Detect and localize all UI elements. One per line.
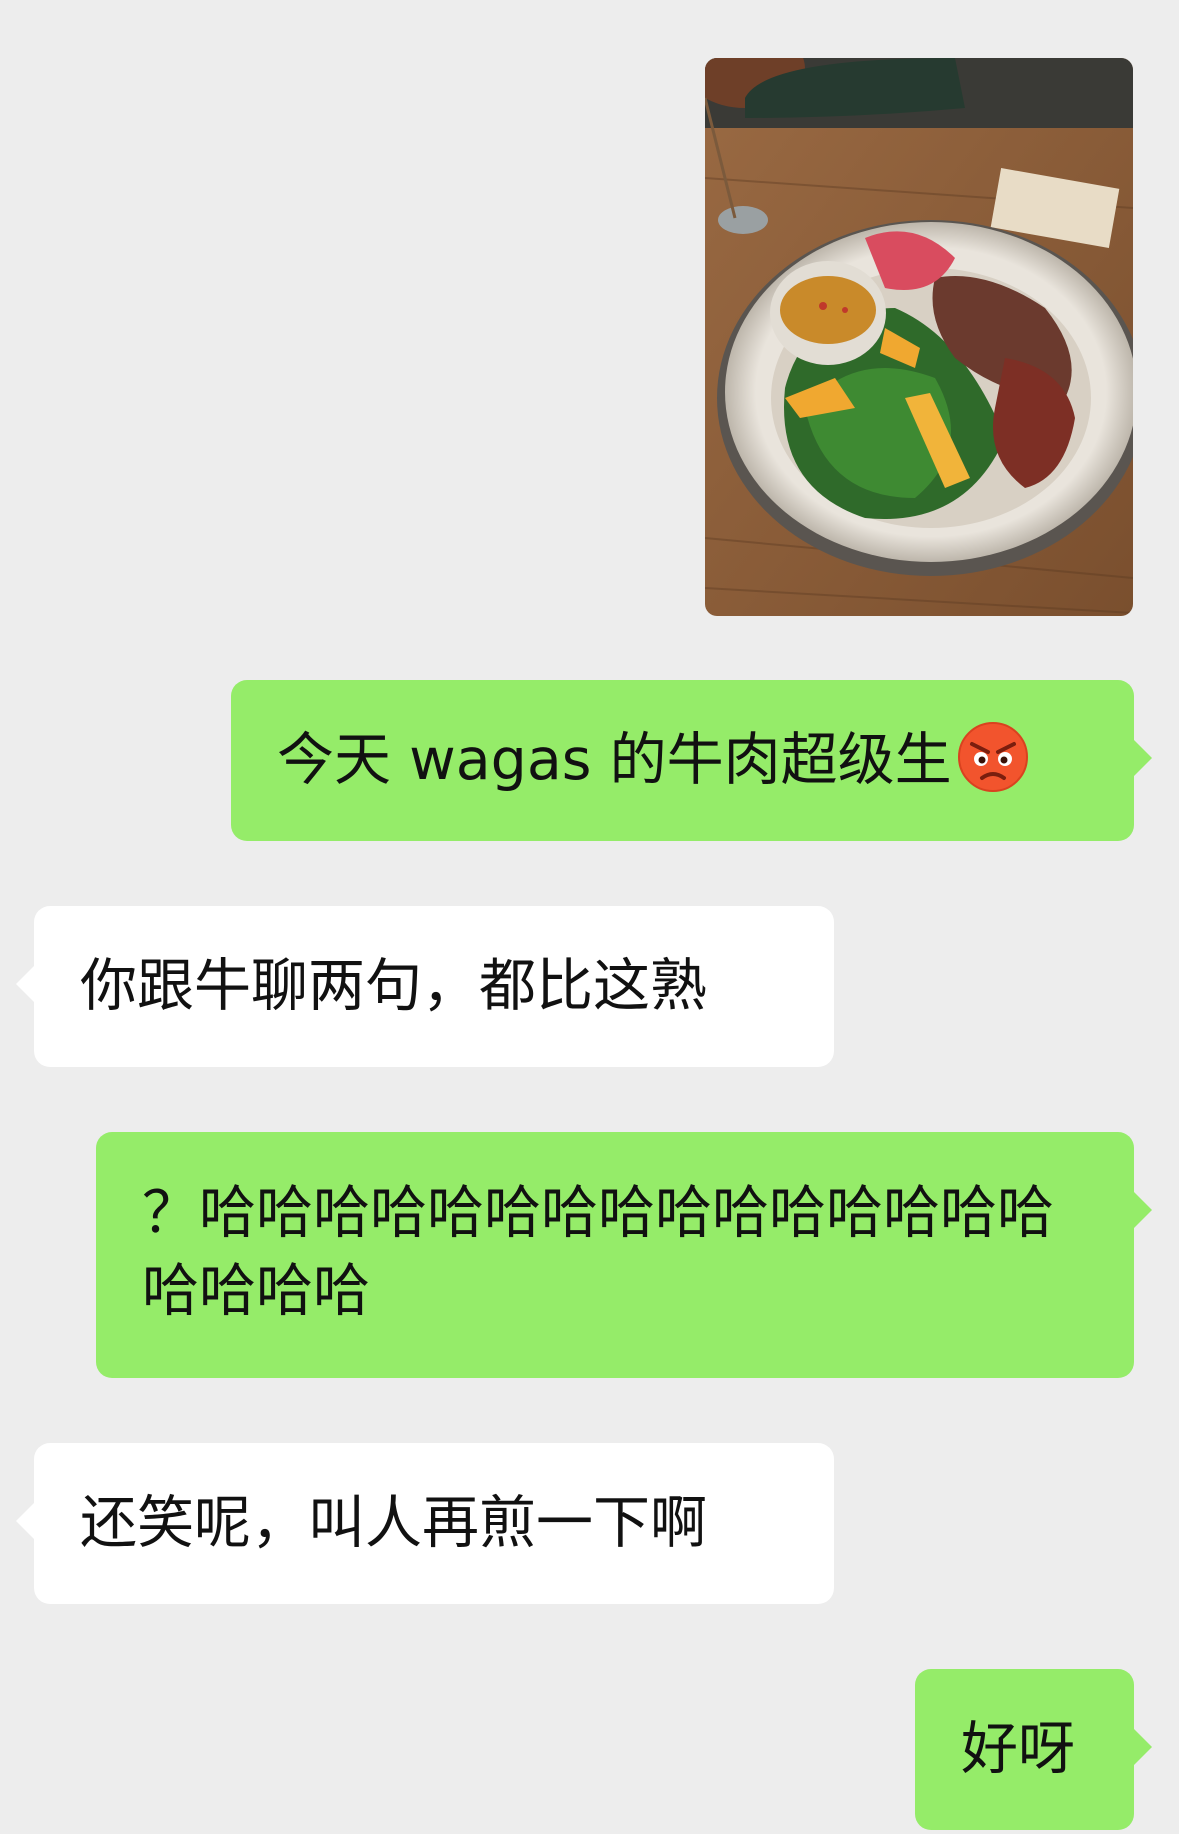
- message-bubble-received[interactable]: 你跟牛聊两句，都比这熟: [16, 906, 834, 1067]
- message-text: 好呀: [961, 1716, 1075, 1782]
- message-bubble-sent[interactable]: 好呀: [915, 1669, 1152, 1830]
- message-bubble-sent[interactable]: 今天 wagas 的牛肉超级生: [231, 680, 1152, 841]
- message-text: 还笑呢，叫人再煎一下啊: [80, 1490, 707, 1556]
- message-text: ？哈哈哈哈哈哈哈哈哈哈哈哈哈哈哈哈哈哈哈: [142, 1180, 1054, 1324]
- message-bubble-received[interactable]: 还笑呢，叫人再煎一下啊: [16, 1443, 834, 1604]
- message-text: 今天 wagas 的牛肉超级生: [277, 727, 952, 793]
- food-photo[interactable]: [705, 58, 1133, 616]
- food-photo-image: [705, 58, 1133, 616]
- message-bubble-sent[interactable]: ？哈哈哈哈哈哈哈哈哈哈哈哈哈哈哈哈哈哈哈: [96, 1132, 1152, 1378]
- message-text: 你跟牛聊两句，都比这熟: [80, 953, 707, 1019]
- angry-face-emoji-icon: [956, 720, 1030, 794]
